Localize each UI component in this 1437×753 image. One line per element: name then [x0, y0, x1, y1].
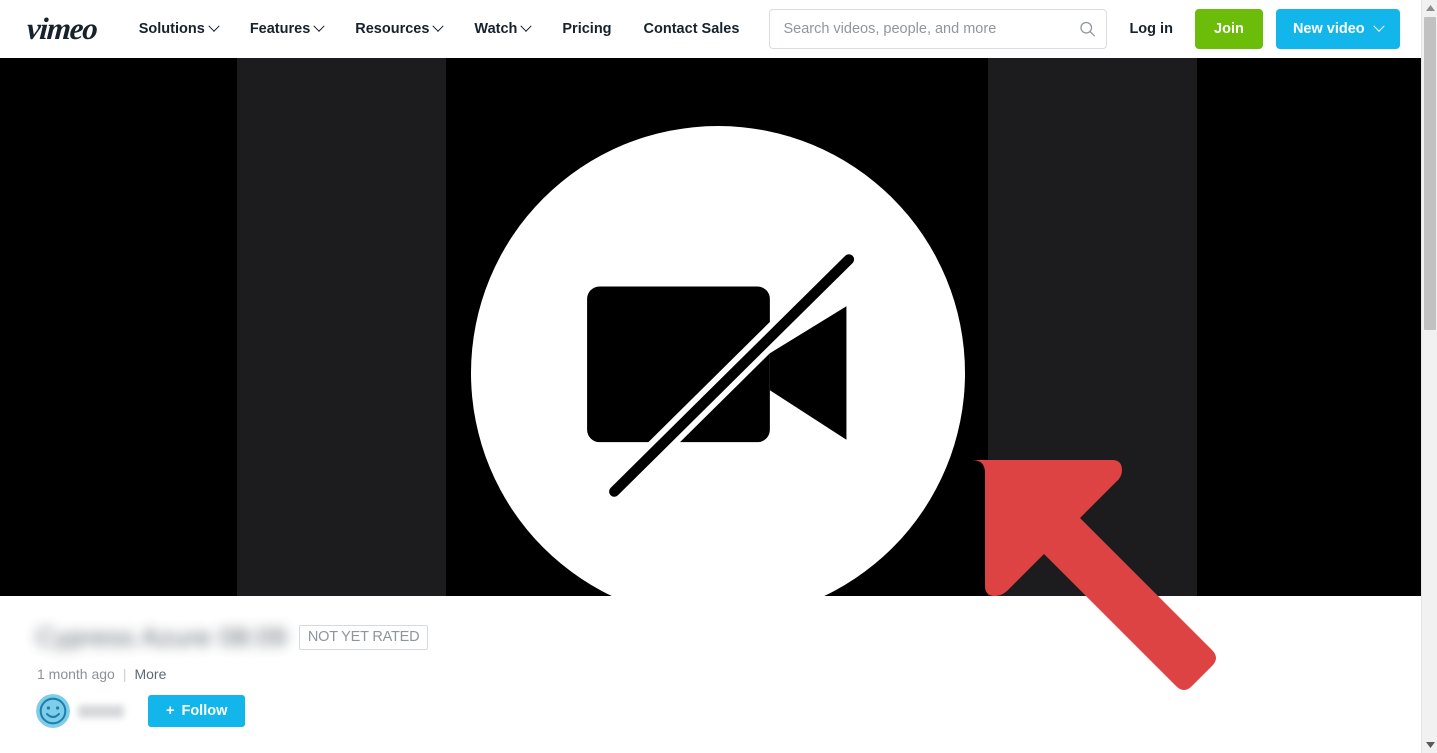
- site-header: vimeo Solutions Features Resources Watch…: [0, 0, 1421, 58]
- chevron-down-icon: [520, 20, 533, 32]
- background-band-right: [988, 58, 1197, 596]
- join-button[interactable]: Join: [1194, 8, 1263, 49]
- owner-name-redacted: [78, 704, 124, 718]
- scrollbar-down-arrow[interactable]: [1422, 737, 1437, 753]
- scrollbar-thumb[interactable]: [1424, 17, 1436, 330]
- video-title-redacted: Cypress Azure 08:09: [36, 622, 287, 652]
- nav-label: Watch: [474, 20, 518, 37]
- follow-button[interactable]: + Follow: [148, 695, 246, 727]
- chevron-down-icon: [208, 20, 220, 32]
- nav-item-features[interactable]: Features: [234, 11, 339, 47]
- upload-time: 1 month ago: [37, 666, 115, 682]
- page-scrollbar[interactable]: [1421, 0, 1437, 753]
- separator: |: [122, 666, 127, 682]
- nav-label: Contact Sales: [643, 20, 740, 37]
- video-meta-section: Cypress Azure 08:09 NOT YET RATED 1 mont…: [0, 596, 1421, 753]
- main-navigation: Solutions Features Resources Watch Prici…: [123, 11, 756, 47]
- chevron-down-icon: [432, 20, 445, 32]
- video-player-stage[interactable]: [0, 58, 1421, 596]
- video-title-row: Cypress Azure 08:09 NOT YET RATED: [36, 622, 429, 653]
- nav-item-solutions[interactable]: Solutions: [123, 11, 234, 47]
- video-owner-row: + Follow: [36, 694, 246, 728]
- video-off-icon: [471, 126, 965, 596]
- scrollbar-up-arrow[interactable]: [1422, 0, 1437, 16]
- chevron-up-icon: [1425, 5, 1435, 11]
- vimeo-video-page: vimeo Solutions Features Resources Watch…: [0, 0, 1437, 753]
- nav-item-pricing[interactable]: Pricing: [546, 11, 627, 47]
- background-band-left: [237, 58, 446, 596]
- video-subinfo-row: 1 month ago | More: [37, 666, 166, 682]
- nav-label: Pricing: [562, 20, 612, 37]
- rating-badge: NOT YET RATED: [298, 624, 429, 651]
- smiley-avatar-icon[interactable]: [36, 694, 70, 728]
- nav-label: Features: [249, 20, 311, 37]
- nav-label: Resources: [355, 20, 430, 37]
- nav-item-resources[interactable]: Resources: [339, 11, 458, 47]
- nav-label: Solutions: [138, 20, 205, 37]
- search-box: [769, 8, 1108, 49]
- chevron-down-icon: [313, 20, 325, 32]
- nav-item-contact-sales[interactable]: Contact Sales: [628, 11, 756, 47]
- chevron-down-icon: [1425, 742, 1435, 748]
- log-in-link[interactable]: Log in: [1129, 21, 1173, 37]
- nav-item-watch[interactable]: Watch: [458, 11, 546, 47]
- vimeo-logo[interactable]: vimeo: [26, 11, 98, 46]
- chevron-down-icon: [1373, 20, 1385, 32]
- follow-label: Follow: [181, 703, 228, 719]
- new-video-label: New video: [1292, 20, 1365, 37]
- plus-icon: +: [166, 703, 175, 719]
- more-link[interactable]: More: [134, 666, 166, 682]
- search-input[interactable]: [769, 8, 1108, 49]
- new-video-button[interactable]: New video: [1275, 8, 1400, 49]
